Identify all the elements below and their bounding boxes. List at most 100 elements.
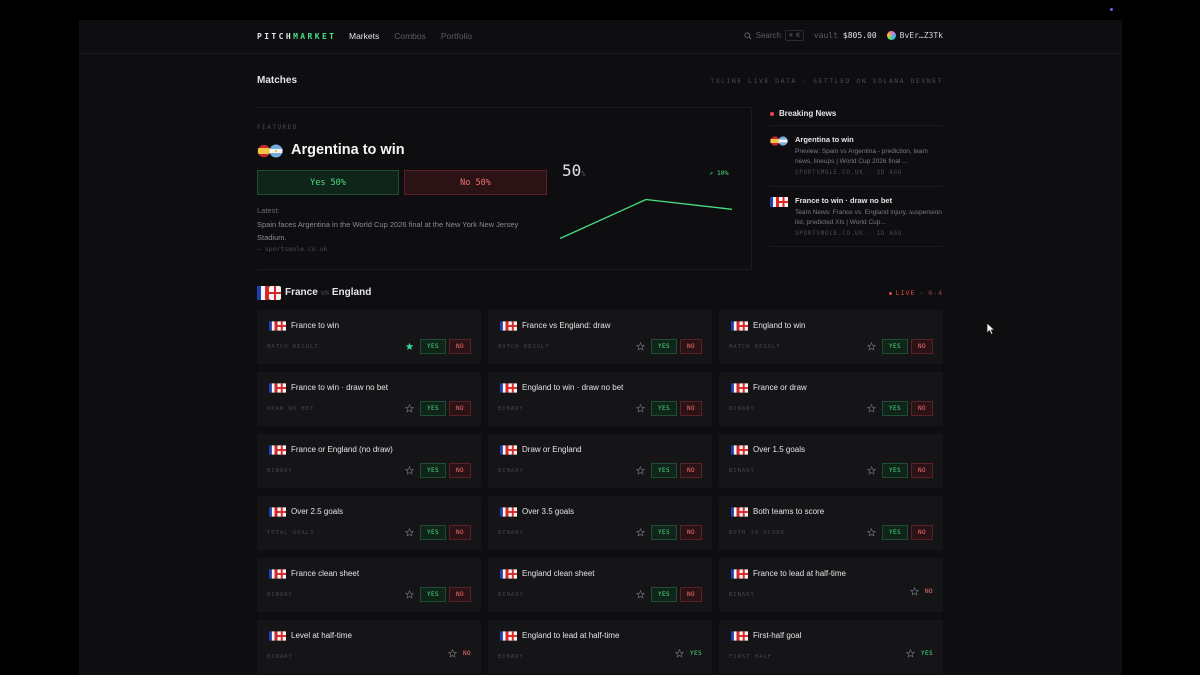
no-button[interactable]: NO [449,463,471,478]
yes-button[interactable]: YES [420,401,446,416]
yes-button[interactable]: YES [690,650,702,657]
price-chart [560,198,732,240]
yes-button[interactable]: YES [651,525,677,540]
star-icon[interactable] [636,528,645,537]
yes-button[interactable]: YES [882,339,908,354]
market-type: BINARY [267,592,293,598]
market-card[interactable]: France vs England: draw MATCH RESULT YES NO [488,310,712,364]
yes-button[interactable]: YES [651,587,677,602]
market-title: England clean sheet [522,569,595,578]
market-actions: YES NO [867,525,933,540]
latest-source-link[interactable]: — sportsmole.co.uk [257,245,327,253]
market-card[interactable]: Over 3.5 goals BINARY YES NO [488,496,712,550]
star-icon[interactable] [867,342,876,351]
market-type: BINARY [729,592,755,598]
france-england-flags-icon [500,445,517,455]
france-england-flags-icon [731,321,748,331]
star-icon[interactable] [405,590,414,599]
star-icon[interactable] [867,528,876,537]
market-card[interactable]: France or draw BINARY YES NO [719,372,943,426]
no-button[interactable]: NO [680,587,702,602]
france-england-flags-icon [731,445,748,455]
star-icon[interactable] [405,404,414,413]
no-button[interactable]: NO [449,587,471,602]
star-icon[interactable] [636,342,645,351]
no-button[interactable]: NO [911,525,933,540]
news-item[interactable]: Argentina to win Preview: Spain vs Argen… [770,125,942,186]
yes-button[interactable]: YES [882,401,908,416]
search-button[interactable]: Search ⌘ K [744,30,804,41]
star-icon[interactable] [636,466,645,475]
no-button[interactable]: NO [911,401,933,416]
market-card[interactable]: Both teams to score BOTH TO SCORE YES NO [719,496,943,550]
no-button[interactable]: NO [449,339,471,354]
market-card[interactable]: France or England (no draw) BINARY YES NO [257,434,481,488]
no-button[interactable]: NO [463,650,471,657]
market-card[interactable]: Level at half-time BINARY NO [257,620,481,674]
market-card[interactable]: Draw or England BINARY YES NO [488,434,712,488]
yes-button[interactable]: YES [651,339,677,354]
wallet-button[interactable]: BvEr…Z3Tk [886,31,943,40]
market-card[interactable]: France to lead at half-time BINARY NO [719,558,943,612]
star-icon[interactable] [405,466,414,475]
market-card[interactable]: France to win MATCH RESULT YES NO [257,310,481,364]
star-icon[interactable] [636,590,645,599]
market-type: BINARY [498,654,524,660]
yes-button[interactable]: YES [651,401,677,416]
vault-value: $805.00 [842,31,877,40]
no-button[interactable]: NO [680,339,702,354]
breaking-news-panel: Breaking News Argentina to win Preview: … [751,107,943,270]
yes-button[interactable]: YES [420,587,446,602]
no-button[interactable]: NO [680,463,702,478]
no-button[interactable]: NO [925,588,933,595]
logo[interactable]: PITCHMARKET [257,32,336,41]
market-card[interactable]: France to win · draw no bet DRAW NO BET YE… [257,372,481,426]
market-card[interactable]: First-half goal FIRST HALF YES [719,620,943,674]
star-icon[interactable] [867,404,876,413]
star-icon[interactable] [867,466,876,475]
yes-button[interactable]: YES [651,463,677,478]
no-button[interactable]: NO [449,525,471,540]
market-type: BOTH TO SCORE [729,530,786,536]
nav-markets[interactable]: Markets [349,31,379,41]
market-type: BINARY [498,406,524,412]
no-button[interactable]: NO [911,463,933,478]
spain-argentina-flags-icon [257,144,283,158]
yes-button[interactable]: YES [420,463,446,478]
yes-button[interactable]: YES [420,525,446,540]
star-icon[interactable] [405,528,414,537]
news-item[interactable]: France to win · draw no bet Team News: F… [770,186,942,247]
market-card[interactable]: France clean sheet BINARY YES NO [257,558,481,612]
featured-yes-button[interactable]: Yes 50% [257,170,399,195]
featured-no-button[interactable]: No 50% [404,170,547,195]
market-title: Over 2.5 goals [291,507,344,516]
market-type: TOTAL GOALS [267,530,315,536]
market-card[interactable]: England to win MATCH RESULT YES NO [719,310,943,364]
data-source-note: TXLINE LIVE DATA · SETTLED ON SOLANA DEV… [710,77,943,85]
star-icon[interactable] [636,404,645,413]
market-card[interactable]: Over 1.5 goals BINARY YES NO [719,434,943,488]
market-card[interactable]: England clean sheet BINARY YES NO [488,558,712,612]
market-title: England to lead at half-time [522,631,620,640]
no-button[interactable]: NO [911,339,933,354]
market-card[interactable]: England to lead at half-time BINARY YES [488,620,712,674]
market-title: France to win · draw no bet [291,383,388,392]
no-button[interactable]: NO [449,401,471,416]
market-card[interactable]: England to win · draw no bet BINARY YES NO [488,372,712,426]
yes-button[interactable]: YES [921,650,933,657]
market-card[interactable]: Over 2.5 goals TOTAL GOALS YES NO [257,496,481,550]
yes-button[interactable]: YES [882,525,908,540]
no-button[interactable]: NO [680,401,702,416]
nav-combos[interactable]: Combos [394,31,426,41]
nav-portfolio[interactable]: Portfolio [441,31,472,41]
market-actions: YES NO [405,401,471,416]
star-icon[interactable] [906,649,915,658]
yes-button[interactable]: YES [420,339,446,354]
yes-button[interactable]: YES [882,463,908,478]
star-icon[interactable] [448,649,457,658]
star-icon[interactable] [910,587,919,596]
live-status: LIVE · 0-4 [888,289,943,297]
star-filled-icon[interactable] [405,342,414,351]
star-icon[interactable] [675,649,684,658]
no-button[interactable]: NO [680,525,702,540]
